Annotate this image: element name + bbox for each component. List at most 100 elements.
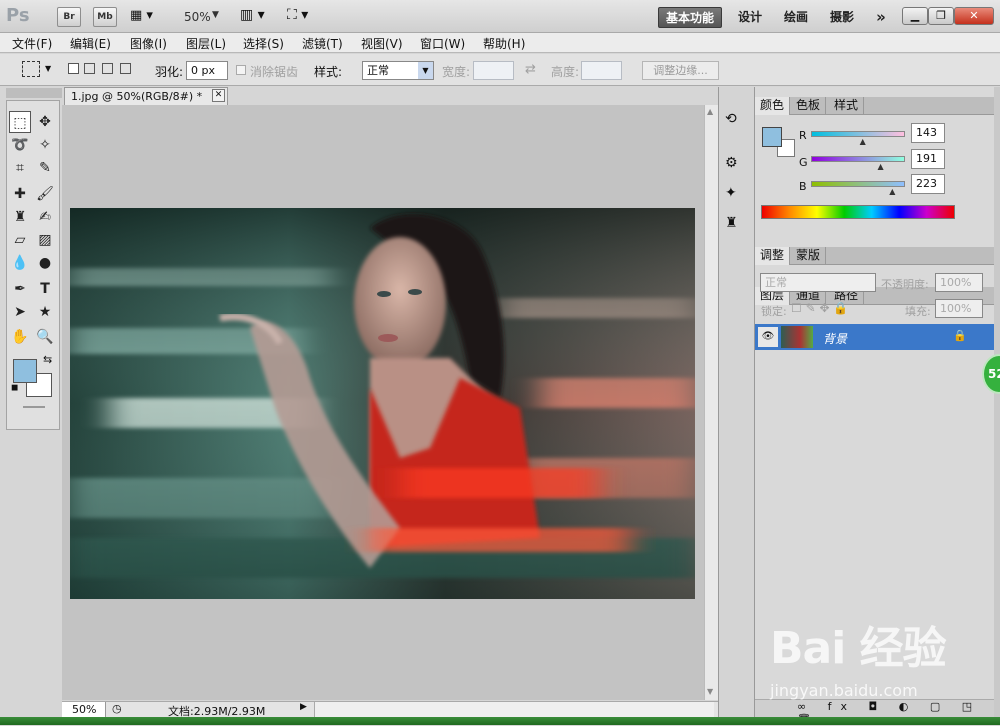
r-slider[interactable]	[811, 131, 905, 137]
height-input[interactable]	[581, 61, 622, 80]
close-document-icon[interactable]: ✕	[212, 89, 225, 102]
minimize-button[interactable]: ▁	[902, 7, 928, 25]
dodge-tool-icon[interactable]: ●	[34, 252, 56, 274]
default-colors-icon[interactable]: ◼	[11, 383, 18, 393]
menu-filter[interactable]: 滤镜(T)	[302, 35, 343, 52]
crop-tool-icon[interactable]: ⌗	[9, 157, 31, 179]
brush-panel-icon[interactable]: ✦	[725, 185, 737, 201]
healing-brush-tool-icon[interactable]: ✚	[9, 183, 31, 205]
restore-button[interactable]: ❐	[928, 7, 954, 25]
menu-image[interactable]: 图像(I)	[130, 35, 167, 52]
r-value-input[interactable]: 143	[911, 123, 945, 143]
chevron-down-icon[interactable]: ▼	[418, 62, 433, 79]
g-slider-thumb[interactable]: ▲	[878, 162, 884, 171]
blur-tool-icon[interactable]: 💧	[9, 252, 31, 274]
tab-color[interactable]: 颜色	[755, 97, 791, 115]
view-extras-button[interactable]: ▦ ▾	[130, 8, 160, 26]
toolbox-header[interactable]	[6, 88, 62, 98]
scroll-down-icon[interactable]: ▼	[707, 687, 713, 696]
feather-input[interactable]: 0 px	[186, 61, 228, 80]
path-selection-tool-icon[interactable]: ➤	[9, 301, 31, 323]
adjust-tools-icon[interactable]: ⚙	[725, 155, 738, 171]
shape-tool-icon[interactable]: ★	[34, 301, 56, 323]
r-slider-thumb[interactable]: ▲	[860, 137, 866, 146]
type-tool-icon[interactable]: T	[34, 278, 56, 300]
layers-bottom-toolbar[interactable]: ∞ fx ◘ ◐ ▢ ◳ 🗑	[755, 699, 995, 726]
menu-edit[interactable]: 编辑(E)	[70, 35, 111, 52]
foreground-color-swatch[interactable]	[13, 359, 37, 383]
g-slider[interactable]	[811, 156, 905, 162]
lasso-tool-icon[interactable]: ➰	[9, 134, 31, 156]
close-button[interactable]: ✕	[954, 7, 994, 25]
menu-window[interactable]: 窗口(W)	[420, 35, 465, 52]
more-workspaces-button[interactable]: »	[870, 7, 892, 28]
marquee-preset-icon[interactable]	[22, 61, 40, 77]
mini-bridge-button[interactable]: Mb	[93, 7, 117, 27]
layer-row-background[interactable]: 👁 背景 🔒	[755, 324, 995, 350]
document-title: 1.jpg @ 50%(RGB/8#) *	[71, 90, 203, 103]
fill-input[interactable]: 100%	[935, 299, 983, 318]
tab-masks[interactable]: 蒙版	[791, 247, 827, 265]
refine-edge-button[interactable]: 调整边缘...	[642, 61, 719, 80]
tab-styles[interactable]: 样式	[829, 97, 865, 115]
move-tool-icon[interactable]: ✥	[34, 111, 56, 133]
vertical-scrollbar[interactable]: ▲ ▼	[704, 105, 718, 700]
screen-mode-button[interactable]: ⛶ ▾	[287, 7, 308, 23]
subtract-selection-icon[interactable]	[102, 63, 113, 74]
tab-swatches[interactable]: 色板	[791, 97, 827, 115]
color-spectrum-bar[interactable]	[761, 205, 955, 219]
b-slider-thumb[interactable]: ▲	[889, 187, 895, 196]
workspace-essentials[interactable]: 基本功能	[658, 7, 722, 28]
quick-mask-icon[interactable]	[23, 406, 45, 408]
menu-file[interactable]: 文件(F)	[12, 35, 52, 52]
eye-visibility-icon[interactable]: 👁	[758, 327, 778, 347]
workspace-design[interactable]: 设计	[732, 7, 768, 28]
swap-arrows-icon[interactable]: ⇄	[525, 62, 536, 77]
swap-colors-icon[interactable]: ⇆	[43, 353, 52, 366]
arrange-documents-button[interactable]: ▥ ▾	[240, 7, 265, 23]
workspace-painting[interactable]: 绘画	[778, 7, 814, 28]
new-selection-icon[interactable]	[68, 63, 79, 74]
canvas-image[interactable]	[70, 208, 695, 599]
status-menu-arrow-icon[interactable]: ▶	[300, 702, 307, 712]
bridge-button[interactable]: Br	[57, 7, 81, 27]
workspace-photography[interactable]: 摄影	[824, 7, 860, 28]
intersect-selection-icon[interactable]	[120, 63, 131, 74]
b-value-input[interactable]: 223	[911, 174, 945, 194]
menu-help[interactable]: 帮助(H)	[483, 35, 525, 52]
width-input[interactable]	[473, 61, 514, 80]
status-info-icon[interactable]: ◷	[112, 702, 122, 715]
clone-stamp-tool-icon[interactable]: ♜	[9, 206, 31, 228]
antialias-checkbox[interactable]	[236, 65, 246, 75]
opacity-input[interactable]: 100%	[935, 273, 983, 292]
menu-layer[interactable]: 图层(L)	[186, 35, 226, 52]
menu-select[interactable]: 选择(S)	[243, 35, 284, 52]
blend-mode-select[interactable]: 正常	[760, 273, 876, 292]
history-brush-tool-icon[interactable]: ✍	[34, 206, 56, 228]
quick-selection-tool-icon[interactable]: ✧	[34, 134, 56, 156]
hand-tool-icon[interactable]: ✋	[9, 326, 31, 348]
add-selection-icon[interactable]	[84, 63, 95, 74]
zoom-level-dropdown[interactable]: 50%	[184, 10, 211, 24]
document-tab[interactable]: 1.jpg @ 50%(RGB/8#) *	[64, 87, 228, 105]
rectangular-marquee-tool-icon[interactable]: ⬚	[9, 111, 31, 133]
zoom-input[interactable]: 50%	[62, 702, 106, 717]
color-fg-swatch[interactable]	[762, 127, 782, 147]
horizontal-scrollbar[interactable]	[314, 702, 714, 717]
chevron-down-icon[interactable]: ▼	[212, 10, 219, 20]
clone-source-icon[interactable]: ♜	[725, 215, 738, 231]
g-value-input[interactable]: 191	[911, 149, 945, 169]
chevron-down-icon[interactable]: ▼	[45, 64, 51, 73]
zoom-tool-icon[interactable]: 🔍	[34, 326, 56, 348]
tab-adjustments[interactable]: 调整	[755, 247, 791, 265]
eyedropper-tool-icon[interactable]: ✎	[34, 157, 56, 179]
pen-tool-icon[interactable]: ✒	[9, 278, 31, 300]
brush-tool-icon[interactable]: 🖌	[34, 183, 56, 205]
menu-view[interactable]: 视图(V)	[361, 35, 403, 52]
layer-name[interactable]: 背景	[823, 330, 847, 347]
eraser-tool-icon[interactable]: ▱	[9, 229, 31, 251]
lock-icons[interactable]: ☐ ✎ ✥ 🔒	[791, 301, 848, 315]
gradient-tool-icon[interactable]: ▨	[34, 229, 56, 251]
history-panel-icon[interactable]: ⟲	[725, 111, 737, 127]
scroll-up-icon[interactable]: ▲	[707, 107, 713, 116]
